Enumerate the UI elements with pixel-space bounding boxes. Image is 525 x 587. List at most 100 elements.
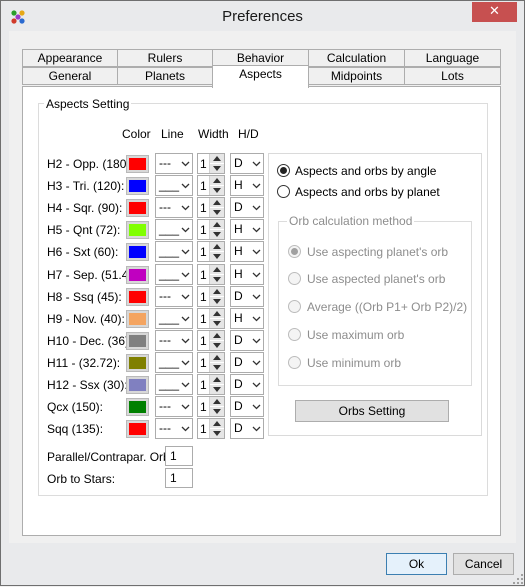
resize-grip-icon[interactable] — [513, 574, 523, 584]
orb-to-stars-label: Orb to Stars: — [47, 472, 116, 486]
radio-orbs-by-angle[interactable] — [277, 164, 290, 177]
aspect-color-swatch[interactable] — [126, 266, 149, 284]
width-stepper[interactable]: 1 — [197, 153, 225, 174]
width-stepper[interactable]: 1 — [197, 264, 225, 285]
chevron-down-icon — [252, 227, 261, 233]
width-stepper[interactable]: 1 — [197, 308, 225, 329]
aspect-color-swatch[interactable] — [126, 420, 149, 438]
hd-select[interactable]: H — [230, 219, 264, 240]
width-stepper[interactable]: 1 — [197, 330, 225, 351]
width-stepper[interactable]: 1 — [197, 352, 225, 373]
stepper-up-icon[interactable] — [210, 309, 224, 318]
radio-minimum-orb[interactable] — [288, 356, 301, 369]
radio-orbs-by-planet[interactable] — [277, 185, 290, 198]
hd-select[interactable]: D — [230, 153, 264, 174]
aspect-color-swatch[interactable] — [126, 199, 149, 217]
aspect-color-swatch[interactable] — [126, 376, 149, 394]
stepper-up-icon[interactable] — [210, 397, 224, 406]
line-style-select[interactable]: ___ — [155, 175, 193, 196]
width-stepper[interactable]: 1 — [197, 197, 225, 218]
aspect-color-swatch[interactable] — [126, 310, 149, 328]
stepper-down-icon[interactable] — [210, 275, 224, 284]
stepper-down-icon[interactable] — [210, 341, 224, 350]
hd-value: H — [234, 178, 243, 192]
stepper-down-icon[interactable] — [210, 252, 224, 261]
aspect-color-swatch[interactable] — [126, 398, 149, 416]
orbs-setting-button[interactable]: Orbs Setting — [295, 400, 449, 422]
hd-select[interactable]: D — [230, 374, 264, 395]
width-stepper[interactable]: 1 — [197, 396, 225, 417]
width-stepper[interactable]: 1 — [197, 175, 225, 196]
aspect-color-swatch[interactable] — [126, 177, 149, 195]
radio-aspecting-orb[interactable] — [288, 245, 301, 258]
line-style-select[interactable]: ___ — [155, 374, 193, 395]
hd-select[interactable]: H — [230, 264, 264, 285]
hd-select[interactable]: H — [230, 308, 264, 329]
line-style-select[interactable]: ___ — [155, 241, 193, 262]
width-stepper[interactable]: 1 — [197, 219, 225, 240]
stepper-down-icon[interactable] — [210, 164, 224, 173]
line-style-select[interactable]: --- — [155, 396, 193, 417]
hd-select[interactable]: D — [230, 396, 264, 417]
aspect-color-swatch[interactable] — [126, 332, 149, 350]
stepper-up-icon[interactable] — [210, 331, 224, 340]
hd-select[interactable]: D — [230, 197, 264, 218]
chevron-down-icon — [181, 316, 190, 322]
stepper-up-icon[interactable] — [210, 353, 224, 362]
stepper-up-icon[interactable] — [210, 375, 224, 384]
hd-select[interactable]: H — [230, 241, 264, 262]
orb-to-stars-field[interactable]: 1 — [165, 468, 193, 488]
stepper-down-icon[interactable] — [210, 230, 224, 239]
aspect-color-swatch[interactable] — [126, 243, 149, 261]
stepper-down-icon[interactable] — [210, 429, 224, 438]
stepper-down-icon[interactable] — [210, 407, 224, 416]
hd-value: D — [234, 200, 243, 214]
radio-maximum-orb[interactable] — [288, 328, 301, 341]
line-style-select[interactable]: --- — [155, 330, 193, 351]
width-stepper[interactable]: 1 — [197, 241, 225, 262]
stepper-up-icon[interactable] — [210, 220, 224, 229]
hd-select[interactable]: D — [230, 418, 264, 439]
hd-select[interactable]: D — [230, 286, 264, 307]
line-style-select[interactable]: ___ — [155, 219, 193, 240]
radio-aspected-orb[interactable] — [288, 272, 301, 285]
stepper-up-icon[interactable] — [210, 176, 224, 185]
stepper-up-icon[interactable] — [210, 265, 224, 274]
aspect-color-swatch[interactable] — [126, 354, 149, 372]
stepper-up-icon[interactable] — [210, 198, 224, 207]
line-style-select[interactable]: ___ — [155, 308, 193, 329]
width-value: 1 — [200, 201, 207, 215]
parallel-orb-field[interactable]: 1 — [165, 446, 193, 466]
aspect-color-swatch[interactable] — [126, 288, 149, 306]
line-style-select[interactable]: --- — [155, 286, 193, 307]
hd-select[interactable]: D — [230, 330, 264, 351]
line-style-select[interactable]: ___ — [155, 264, 193, 285]
line-style-select[interactable]: --- — [155, 153, 193, 174]
stepper-down-icon[interactable] — [210, 385, 224, 394]
width-stepper[interactable]: 1 — [197, 374, 225, 395]
line-style-select[interactable]: ___ — [155, 352, 193, 373]
stepper-up-icon[interactable] — [210, 419, 224, 428]
line-style-select[interactable]: --- — [155, 418, 193, 439]
width-stepper[interactable]: 1 — [197, 286, 225, 307]
stepper-up-icon[interactable] — [210, 242, 224, 251]
stepper-up-icon[interactable] — [210, 154, 224, 163]
aspect-color-swatch[interactable] — [126, 221, 149, 239]
stepper-down-icon[interactable] — [210, 297, 224, 306]
stepper-down-icon[interactable] — [210, 208, 224, 217]
stepper-down-icon[interactable] — [210, 363, 224, 372]
hd-select[interactable]: D — [230, 352, 264, 373]
orb-to-stars-value: 1 — [170, 471, 177, 485]
width-stepper[interactable]: 1 — [197, 418, 225, 439]
ok-button[interactable]: Ok — [386, 553, 447, 575]
cancel-button[interactable]: Cancel — [453, 553, 514, 575]
hd-select[interactable]: H — [230, 175, 264, 196]
line-style-select[interactable]: --- — [155, 197, 193, 218]
stepper-down-icon[interactable] — [210, 186, 224, 195]
stepper-up-icon[interactable] — [210, 287, 224, 296]
width-stepper-buttons — [209, 154, 224, 173]
aspect-color-swatch[interactable] — [126, 155, 149, 173]
radio-average-orb[interactable] — [288, 300, 301, 313]
stepper-down-icon[interactable] — [210, 319, 224, 328]
width-stepper-buttons — [209, 309, 224, 328]
